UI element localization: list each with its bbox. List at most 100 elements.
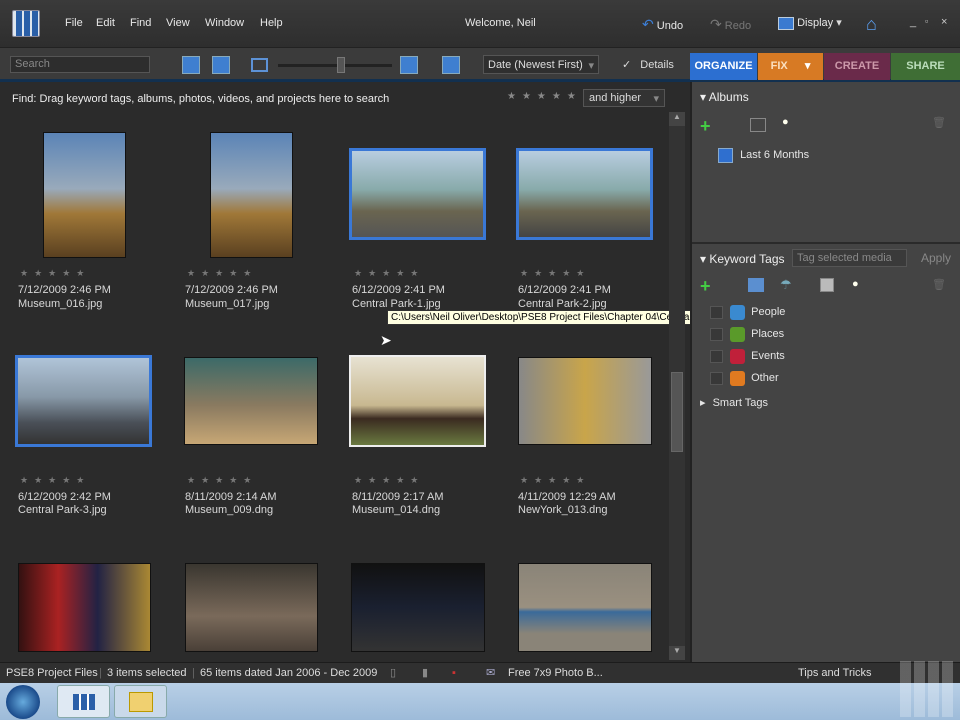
rating-filter-stars[interactable]: ★★★★★ xyxy=(507,91,582,102)
tab-organize[interactable]: ORGANIZE xyxy=(690,53,757,80)
rotate-left-icon[interactable] xyxy=(182,56,200,74)
photo-filename: Central Park-3.jpg xyxy=(18,504,107,516)
photo-rating-stars[interactable]: ★★★★★ xyxy=(187,268,257,279)
battery-icon[interactable]: ▮ xyxy=(422,663,428,683)
sort-dropdown[interactable]: Date (Newest First) ▾ xyxy=(483,55,599,74)
minimize-button[interactable]: _ xyxy=(910,16,916,28)
photo-thumbnail[interactable] xyxy=(518,357,652,445)
slider-handle[interactable] xyxy=(337,57,345,73)
cloud-tag-icon[interactable]: ☂ xyxy=(780,277,792,293)
mail-icon: ✉ xyxy=(486,667,496,679)
vertical-scrollbar[interactable]: ▲ ▼ xyxy=(669,112,685,660)
keyword-checkbox[interactable] xyxy=(710,306,723,319)
photo-thumbnail[interactable] xyxy=(349,148,486,240)
albums-header[interactable]: ▾ Albums xyxy=(700,90,749,104)
photo-rating-stars[interactable]: ★★★★★ xyxy=(20,475,90,486)
keyword-category-people[interactable]: People xyxy=(710,305,785,320)
photo-date: 8/11/2009 2:14 AM xyxy=(185,491,277,503)
undo-button[interactable]: ↶ Undo xyxy=(642,16,683,33)
photo-rating-stars[interactable]: ★★★★★ xyxy=(20,268,90,279)
photo-thumbnail[interactable] xyxy=(18,563,151,652)
redo-icon: ↷ xyxy=(710,16,722,32)
calendar-icon[interactable]: ▪ xyxy=(452,663,456,683)
welcome-text: Welcome, Neil xyxy=(465,17,536,29)
catalog-name[interactable]: PSE8 Project Files xyxy=(6,663,98,683)
keyword-checkbox[interactable] xyxy=(710,328,723,341)
photo-thumbnail[interactable] xyxy=(184,357,318,445)
taskbar-explorer[interactable] xyxy=(114,685,167,718)
photo-rating-stars[interactable]: ★★★★★ xyxy=(520,268,590,279)
smart-tags-item[interactable]: ▸ Smart Tags xyxy=(700,396,768,409)
taskbar-elements-organizer[interactable] xyxy=(57,685,110,718)
new-tag-icon[interactable]: + xyxy=(700,276,711,297)
menu-edit[interactable]: Edit xyxy=(96,17,115,29)
search-input[interactable]: Search xyxy=(10,56,150,73)
tab-create[interactable]: CREATE xyxy=(824,53,890,80)
app-icon[interactable] xyxy=(12,10,40,37)
photo-rating-stars[interactable]: ★★★★★ xyxy=(354,475,424,486)
thumbnail-size-slider[interactable] xyxy=(278,64,392,67)
details-checkbox[interactable]: ✓ Details xyxy=(622,58,674,71)
find-bar[interactable]: Find: Drag keyword tags, albums, photos,… xyxy=(0,86,690,110)
photo-rating-stars[interactable]: ★★★★★ xyxy=(354,268,424,279)
watermark-logo xyxy=(900,661,956,717)
tag-media-input[interactable]: Tag selected media xyxy=(792,249,907,267)
lightbulb-icon[interactable]: ● xyxy=(852,278,859,290)
slideshow-icon[interactable] xyxy=(442,56,460,74)
keyword-tags-header[interactable]: ▾ Keyword Tags xyxy=(700,252,785,266)
large-thumbnail-icon[interactable] xyxy=(400,56,418,74)
menu-bar: File Edit Find View Window Help Welcome,… xyxy=(0,0,960,48)
photo-thumbnail[interactable] xyxy=(349,355,486,447)
photo-thumbnail[interactable] xyxy=(516,148,653,240)
album-item[interactable]: Last 6 Months xyxy=(718,148,809,163)
restore-button[interactable]: ▫ xyxy=(925,16,928,26)
trash-icon[interactable]: 🗑 xyxy=(932,116,946,129)
menu-help[interactable]: Help xyxy=(260,17,283,29)
home-icon[interactable]: ⌂ xyxy=(866,14,886,34)
add-album-icon[interactable]: + xyxy=(700,116,711,137)
display-button[interactable]: Display ▾ xyxy=(778,16,842,30)
trash-icon[interactable]: 🗑 xyxy=(932,278,946,291)
photo-date: 7/12/2009 2:46 PM xyxy=(185,284,278,296)
lightbulb-icon[interactable]: ● xyxy=(782,116,789,128)
face-tag-icon[interactable] xyxy=(820,278,834,292)
date-range: 65 items dated Jan 2006 - Dec 2009 xyxy=(200,667,378,679)
start-button[interactable] xyxy=(6,685,40,719)
photo-rating-stars[interactable]: ★★★★★ xyxy=(187,475,257,486)
promo-link[interactable]: Free 7x9 Photo B... xyxy=(508,663,603,683)
photo-thumbnail[interactable] xyxy=(351,563,485,652)
small-thumbnails-icon[interactable] xyxy=(251,58,268,72)
menu-window[interactable]: Window xyxy=(205,17,244,29)
apply-button[interactable]: Apply xyxy=(921,251,951,265)
scroll-thumb[interactable] xyxy=(671,372,683,452)
panel-divider[interactable] xyxy=(692,242,960,244)
note-icon[interactable]: ▯ xyxy=(390,663,396,683)
photo-thumbnail[interactable] xyxy=(518,563,652,652)
photo-thumbnail[interactable] xyxy=(185,563,318,652)
photo-filename: Museum_009.dng xyxy=(185,504,274,516)
keyword-category-places[interactable]: Places xyxy=(710,327,784,342)
photo-filename: Museum_014.dng xyxy=(352,504,441,516)
menu-file[interactable]: File xyxy=(65,17,83,29)
keyword-checkbox[interactable] xyxy=(710,350,723,363)
keyword-category-other[interactable]: Other xyxy=(710,371,779,386)
edit-album-icon[interactable] xyxy=(750,118,766,132)
rotate-right-icon[interactable] xyxy=(212,56,230,74)
rating-filter-dropdown[interactable]: and higher ▾ xyxy=(583,89,665,107)
tag-selected-icon[interactable] xyxy=(748,278,764,292)
selection-count: 3 items selected xyxy=(107,667,187,679)
keyword-category-events[interactable]: Events xyxy=(710,349,785,364)
tips-and-tricks-link[interactable]: Tips and Tricks xyxy=(798,663,872,683)
redo-button[interactable]: ↷ Redo xyxy=(710,16,751,33)
photo-thumbnail[interactable] xyxy=(43,132,126,258)
photo-rating-stars[interactable]: ★★★★★ xyxy=(520,475,590,486)
close-button[interactable]: × xyxy=(941,16,947,28)
menu-view[interactable]: View xyxy=(166,17,190,29)
photo-thumbnail[interactable] xyxy=(15,355,152,447)
photo-thumbnail[interactable] xyxy=(210,132,293,258)
tab-share[interactable]: SHARE xyxy=(891,53,960,80)
keyword-checkbox[interactable] xyxy=(710,372,723,385)
tab-fix[interactable]: FIX ▾ xyxy=(758,53,823,80)
menu-find[interactable]: Find xyxy=(130,17,151,29)
photo-date: 6/12/2009 2:41 PM xyxy=(352,284,445,296)
